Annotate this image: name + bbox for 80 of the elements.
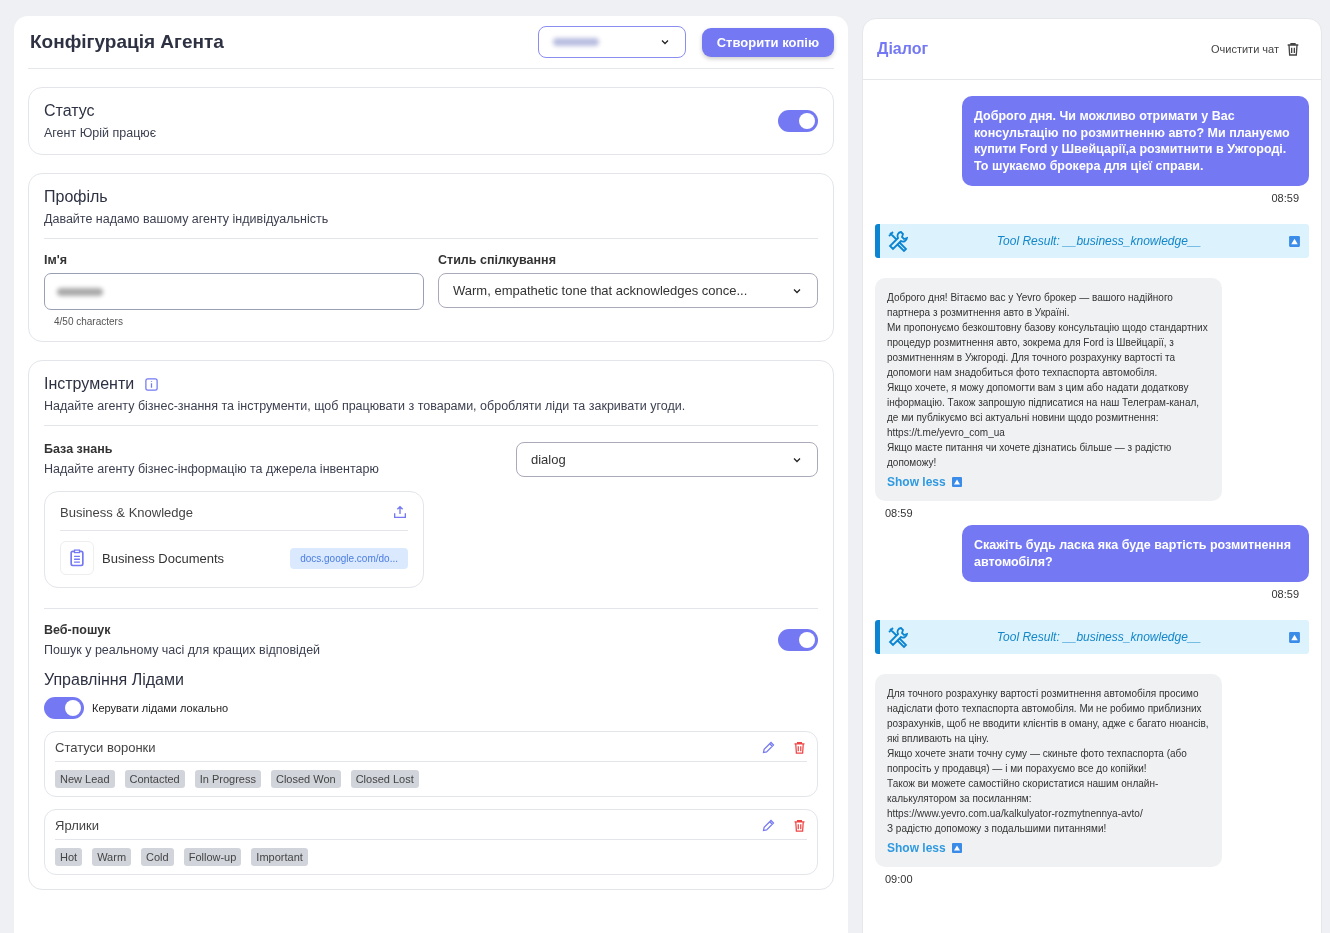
section-title: Управління Лідами [44, 671, 185, 689]
trash-icon [1285, 41, 1301, 57]
tag: Important [251, 848, 308, 866]
collapse-icon[interactable] [1288, 630, 1301, 644]
dialog-title: Діалог [877, 40, 930, 58]
message-time: 08:59 [885, 507, 914, 519]
tools-icon [886, 229, 910, 253]
copy-button[interactable]: Створити копію [701, 27, 834, 57]
clear-chat-button[interactable]: Очистити чат [1205, 40, 1307, 58]
tool-result-bar[interactable]: Tool Result: __business_knowledge__ [875, 224, 1309, 258]
message-text: Для точного розрахунку вартості розмитнення автомобіля просимо надіслати фото техпаспорта автомобіля. Ми не робимо приблизних розрахунків, щоб не вводити клієнтів в оману, адже є багато нюансів, які впливають на ціну. [887, 687, 1210, 746]
section-subtitle: Давайте надамо вашому агенту індивідуальність [44, 212, 330, 226]
message-time: 08:59 [1271, 192, 1299, 204]
group-title: Статуси воронки [55, 740, 156, 755]
pencil-icon[interactable] [761, 818, 776, 833]
character-count: 4/50 characters [54, 316, 124, 327]
tag: Follow-up [183, 848, 242, 866]
section-subtitle: Надайте агенту бізнес-знання та інструменти, щоб працювати з товарами, обробляти ліди та закривати угоди. [44, 399, 687, 413]
section-title: Інструменти [44, 375, 135, 393]
redacted-text [552, 38, 599, 46]
tool-result-label: Tool Result: __business_knowledge__ [995, 234, 1203, 248]
section-title: Статус [44, 102, 96, 120]
toggle-label: Керувати лідами локально [92, 702, 229, 714]
section-subtitle: Агент Юрій працює [44, 126, 157, 140]
trash-icon[interactable] [792, 818, 807, 833]
tag: Closed Lost [350, 770, 419, 788]
field-label: Стиль спілкування [438, 253, 557, 267]
section-subtitle: Надайте агенту бізнес-інформацію та джерела інвентарю [44, 462, 379, 476]
tools-icon [886, 625, 910, 649]
message-text: Якщо хочете, я можу допомогти вам з цим або надати додаткову інформацію. Також запрошую підписатися на наш Телеграм-канал, де ми публікуємо всі актуальні новини щодо розмитнення: https://t.me/yevro_com_ua [887, 381, 1201, 440]
collapse-icon [950, 476, 963, 488]
section-subtitle: Пошук у реальному часі для кращих відповідей [44, 643, 321, 657]
toggle-switch[interactable] [778, 629, 818, 651]
toggle-switch[interactable] [44, 697, 84, 719]
collapse-icon[interactable] [1288, 234, 1301, 248]
document-name: Business Documents [102, 550, 225, 566]
field-label: Веб-пошук [44, 623, 112, 637]
tag: Hot [55, 848, 83, 866]
tag: In Progress [194, 770, 261, 788]
document-link[interactable]: docs.google.com/do... [290, 547, 408, 569]
group-title: Ярлики [55, 818, 99, 833]
tag: Warm [92, 848, 132, 866]
message-time: 08:59 [1271, 588, 1299, 600]
tool-result-bar[interactable]: Tool Result: __business_knowledge__ [875, 620, 1309, 654]
show-less-button[interactable]: Show less [887, 841, 963, 855]
show-less-button[interactable]: Show less [887, 475, 963, 489]
message-text: Ми пропонуємо безкоштовну базову консультацію щодо стандартних процедур розмитнення авто, зокрема для Ford із Швейцарії, з розмитненням в Ужгороді. Для точного розрахунку вартості та допомоги нам знадобиться фото техпаспорта автомобіля. [887, 321, 1209, 380]
field-label: База знань [44, 442, 114, 456]
pencil-icon[interactable] [761, 740, 776, 755]
name-input[interactable] [44, 273, 424, 310]
page-title: Конфігурація Агента [30, 31, 225, 53]
redacted-text [57, 287, 103, 296]
collapse-icon [950, 842, 963, 854]
user-message: Доброго дня. Чи можливо отримати у Вас консультацію по розмитненню авто? Ми плануємо купити Ford у Швейцарії,а розмитнити в Ужгороді. То шукаємо брокера для цієї справи. [962, 96, 1309, 186]
message-text: Також ви можете самостійно скористатися нашим онлайн-калькулятором за посиланням: [887, 777, 1160, 806]
info-icon[interactable] [144, 376, 160, 392]
upload-icon[interactable] [392, 504, 408, 520]
field-label: Ім'я [44, 253, 68, 267]
agent-select[interactable] [537, 26, 686, 58]
tag: Cold [141, 848, 174, 866]
tag: Closed Won [270, 770, 341, 788]
tag: Contacted [124, 770, 185, 788]
message-text: Якщо хочете знати точну суму — скиньте фото техпаспорта (або попросіть у продавця) — і ми порахуємо все до копійки! [887, 747, 1188, 776]
message-time: 09:00 [885, 873, 914, 885]
message-text: Доброго дня! Вітаємо вас у Yevro брокер — вашого надійного партнера з розмитнення авто в Україні. [887, 291, 1174, 320]
trash-icon[interactable] [792, 740, 807, 755]
user-message: Скажіть будь ласка яка буде вартість розмитнення автомобіля? [962, 525, 1309, 582]
message-text: З радістю допоможу з подальшими питаннями! [887, 822, 1108, 836]
style-select[interactable]: Warm, empathetic tone that acknowledges conce... [438, 273, 818, 308]
tag: New Lead [55, 770, 115, 788]
section-title: Профіль [44, 188, 109, 206]
select-value: Warm, empathetic tone that acknowledges conce... [453, 283, 748, 298]
tool-result-label: Tool Result: __business_knowledge__ [995, 630, 1203, 644]
card-title: Business & Knowledge [60, 504, 193, 520]
message-text: https://www.yevro.com.ua/kalkulyator-rozmytnennya-avto/ [887, 807, 1144, 821]
select-value: dialog [531, 452, 566, 467]
message-text: Якщо маєте питання чи хочете дізнатись більше — з радістю допоможу! [887, 441, 1173, 470]
toggle-switch[interactable] [778, 110, 818, 132]
clipboard-icon [67, 548, 87, 568]
knowledge-select[interactable]: dialog [516, 442, 818, 477]
